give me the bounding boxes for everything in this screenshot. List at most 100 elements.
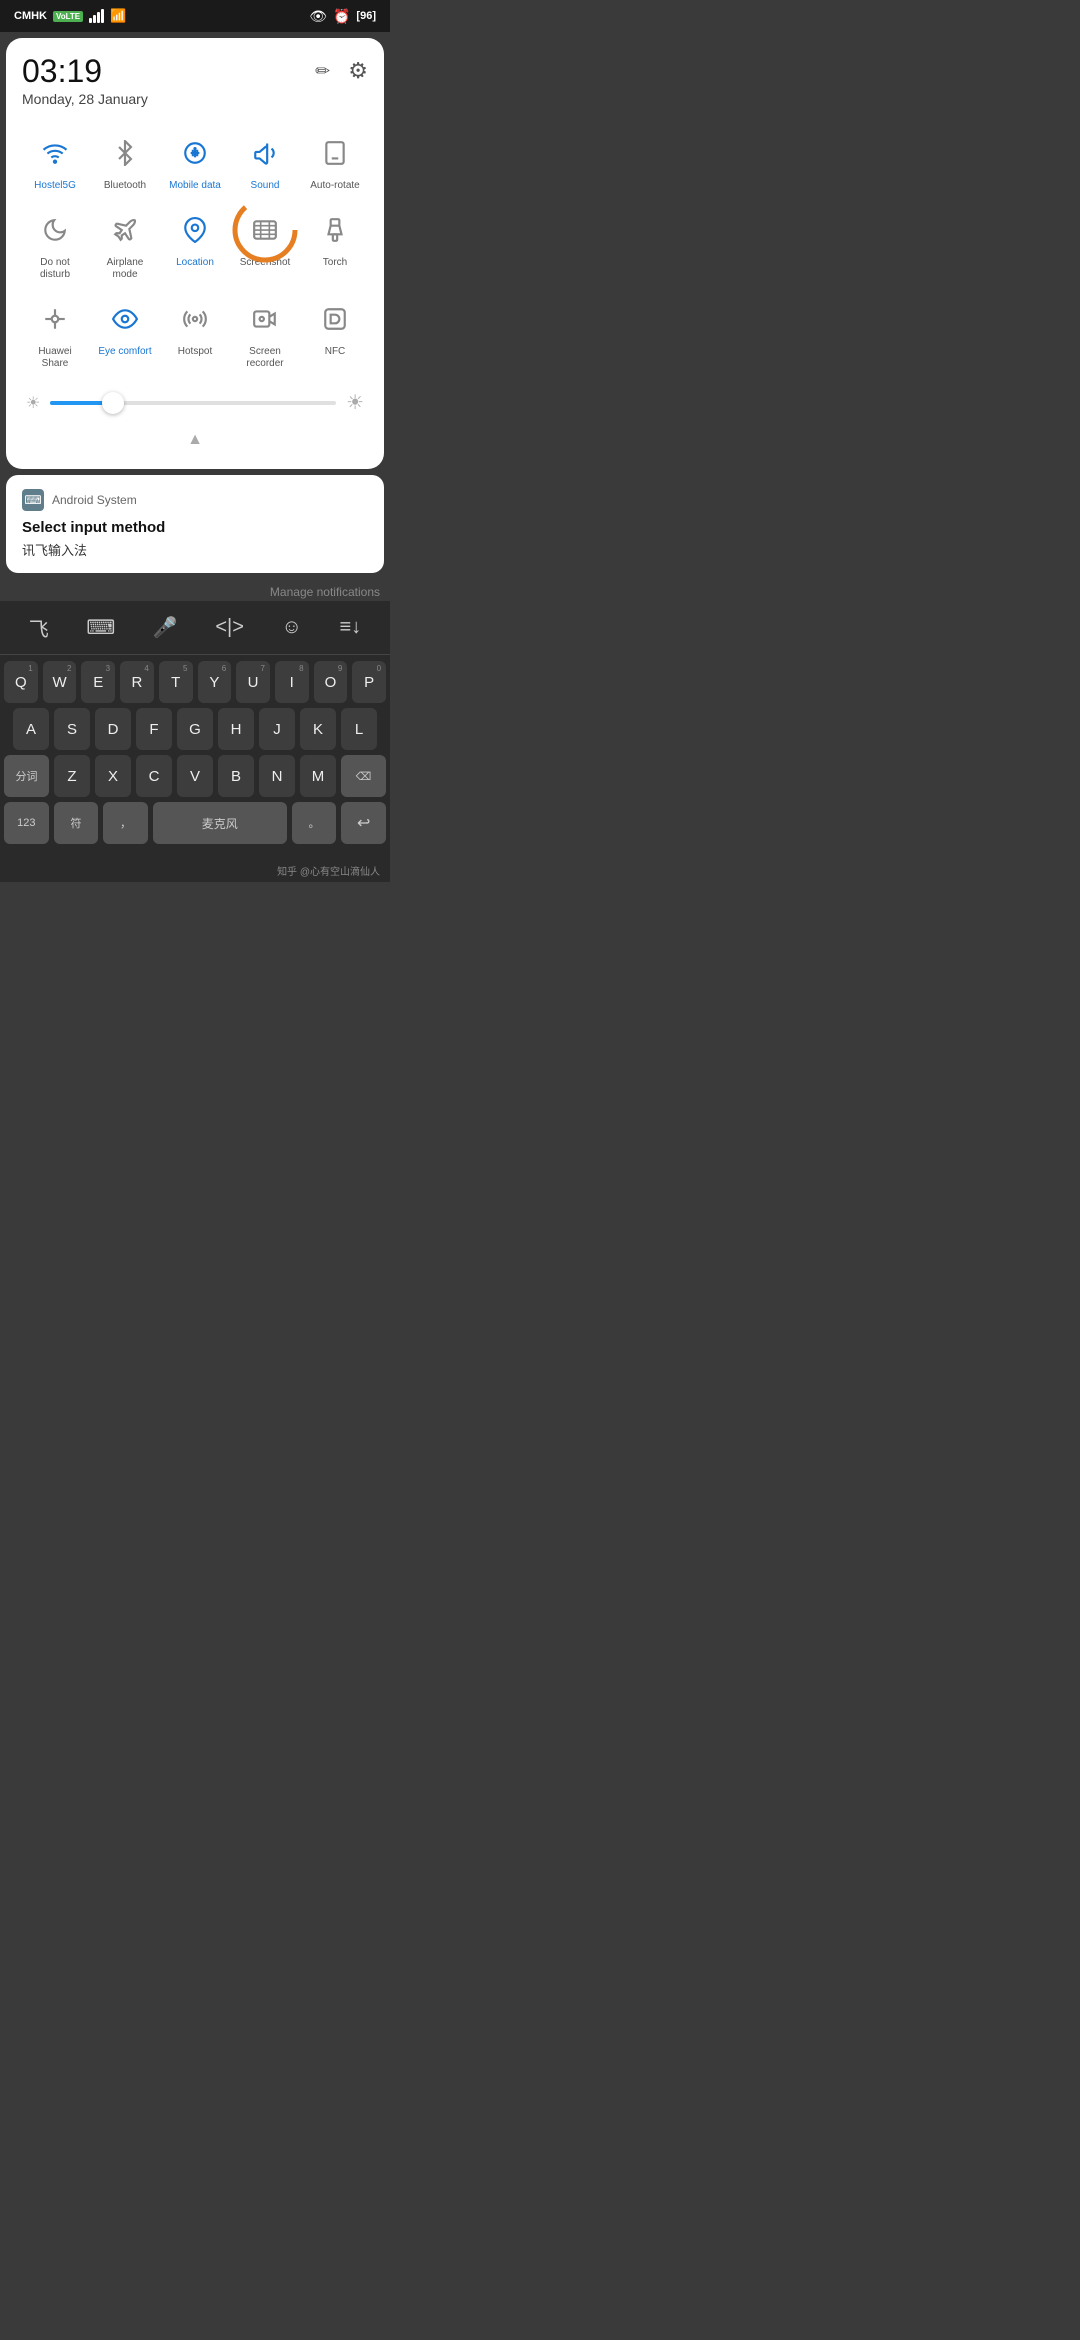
key-l[interactable]: L xyxy=(341,708,377,750)
time-display: 03:19 xyxy=(22,54,148,89)
key-e[interactable]: 3E xyxy=(81,661,115,703)
key-f[interactable]: F xyxy=(136,708,172,750)
key-o[interactable]: 9O xyxy=(314,661,348,703)
screenshot-icon xyxy=(243,208,287,252)
keyboard-toolbar: 飞 ⌨ 🎤 <|> ☺ ≡↓ xyxy=(0,601,390,655)
status-left: CMHK VoLTE 📶 xyxy=(14,8,126,24)
eye-comfort-label: Eye comfort xyxy=(98,346,151,358)
key-b[interactable]: B xyxy=(218,755,254,797)
hotspot-label: Hotspot xyxy=(178,346,212,358)
toggle-location[interactable]: Location xyxy=(162,204,228,285)
toggle-do-not-disturb[interactable]: Do not disturb xyxy=(22,204,88,285)
key-123[interactable]: 123 xyxy=(4,802,49,844)
nfc-icon xyxy=(313,297,357,341)
toggle-screenshot[interactable]: Screenshot xyxy=(232,204,298,285)
notification-subtitle: 讯飞输入法 xyxy=(22,540,368,559)
key-symbols[interactable]: 符 xyxy=(54,802,99,844)
footer-attribution: 知乎 @心有空山滴仙人 xyxy=(0,859,390,882)
key-c[interactable]: C xyxy=(136,755,172,797)
key-z[interactable]: Z xyxy=(54,755,90,797)
key-m[interactable]: M xyxy=(300,755,336,797)
settings-button[interactable]: ⚙ xyxy=(348,58,368,84)
kb-tool-emoji[interactable]: ☺ xyxy=(278,612,306,643)
brightness-control[interactable]: ☀ ☀ xyxy=(22,390,368,415)
torch-label: Torch xyxy=(323,257,347,269)
volte-badge: VoLTE xyxy=(53,11,83,22)
kb-tool-keyboard[interactable]: ⌨ xyxy=(82,611,119,644)
key-w[interactable]: 2W xyxy=(43,661,77,703)
eye-comfort-icon xyxy=(103,297,147,341)
brightness-min-icon: ☀ xyxy=(26,393,40,413)
kb-tool-cursor[interactable]: <|> xyxy=(211,612,248,643)
huawei-share-label: Huawei Share xyxy=(24,346,86,370)
toggle-bluetooth[interactable]: Bluetooth xyxy=(92,127,158,196)
toggle-wifi[interactable]: Hostel5G xyxy=(22,127,88,196)
wifi-label: Hostel5G xyxy=(34,180,76,192)
keyboard: 1Q 2W 3E 4R 5T 6Y 7U 8I 9O 0P A S D F G … xyxy=(0,655,390,859)
huawei-share-icon xyxy=(33,297,77,341)
toggle-sound[interactable]: Sound xyxy=(232,127,298,196)
key-fenci[interactable]: 分词 xyxy=(4,755,49,797)
kb-tool-mic[interactable]: 🎤 xyxy=(149,611,182,644)
screen-recorder-label: Screen recorder xyxy=(234,346,296,370)
keyboard-row-3: 分词 Z X C V B N M ⌫ xyxy=(4,755,386,797)
toggle-nfc[interactable]: NFC xyxy=(302,293,368,374)
brightness-track[interactable] xyxy=(50,401,336,405)
sound-label: Sound xyxy=(251,180,280,192)
key-enter[interactable]: ↩ xyxy=(341,802,386,844)
kb-tool-dismiss[interactable]: ≡↓ xyxy=(336,612,366,643)
collapse-arrow[interactable]: ▲ xyxy=(22,427,368,453)
brightness-thumb[interactable] xyxy=(102,392,124,414)
key-u[interactable]: 7U xyxy=(236,661,270,703)
toggle-auto-rotate[interactable]: Auto-rotate xyxy=(302,127,368,196)
key-y[interactable]: 6Y xyxy=(198,661,232,703)
edit-button[interactable]: ✏ xyxy=(315,61,330,82)
key-s[interactable]: S xyxy=(54,708,90,750)
key-a[interactable]: A xyxy=(13,708,49,750)
qs-header: 03:19 Monday, 28 January ✏ ⚙ xyxy=(22,54,368,107)
notification-app-icon: ⌨ xyxy=(22,489,44,511)
key-period[interactable]: 。 xyxy=(292,802,337,844)
keyboard-row-4: 123 符 ， 麦克风 。 ↩ xyxy=(4,802,386,844)
do-not-disturb-icon xyxy=(33,208,77,252)
notification-header: ⌨ Android System xyxy=(22,489,368,511)
key-p[interactable]: 0P xyxy=(352,661,386,703)
toggle-mobile-data[interactable]: Mobile data xyxy=(162,127,228,196)
kb-tool-ime[interactable]: 飞 xyxy=(25,609,53,646)
key-i[interactable]: 8I xyxy=(275,661,309,703)
sound-icon xyxy=(243,131,287,175)
key-r[interactable]: 4R xyxy=(120,661,154,703)
eye-icon: 👁 xyxy=(309,8,327,25)
alarm-icon: ⏰ xyxy=(333,8,350,25)
toggle-huawei-share[interactable]: Huawei Share xyxy=(22,293,88,374)
quick-settings-panel: 03:19 Monday, 28 January ✏ ⚙ Hostel5G xyxy=(6,38,384,469)
key-x[interactable]: X xyxy=(95,755,131,797)
toggle-hotspot[interactable]: Hotspot xyxy=(162,293,228,374)
toggle-grid: Hostel5G Bluetooth xyxy=(22,127,368,374)
keyboard-row-2: A S D F G H J K L xyxy=(4,708,386,750)
notification-app-name: Android System xyxy=(52,493,137,507)
key-space[interactable]: 麦克风 xyxy=(153,802,287,844)
key-comma[interactable]: ， xyxy=(103,802,148,844)
location-label: Location xyxy=(176,257,214,269)
key-v[interactable]: V xyxy=(177,755,213,797)
toggle-screen-recorder[interactable]: Screen recorder xyxy=(232,293,298,374)
wifi-icon xyxy=(33,131,77,175)
location-icon xyxy=(173,208,217,252)
screenshot-label: Screenshot xyxy=(240,257,291,269)
key-d[interactable]: D xyxy=(95,708,131,750)
toggle-torch[interactable]: Torch xyxy=(302,204,368,285)
toggle-eye-comfort[interactable]: Eye comfort xyxy=(92,293,158,374)
auto-rotate-icon xyxy=(313,131,357,175)
key-n[interactable]: N xyxy=(259,755,295,797)
key-t[interactable]: 5T xyxy=(159,661,193,703)
key-g[interactable]: G xyxy=(177,708,213,750)
key-j[interactable]: J xyxy=(259,708,295,750)
manage-notifications[interactable]: Manage notifications xyxy=(0,579,390,601)
key-h[interactable]: H xyxy=(218,708,254,750)
key-q[interactable]: 1Q xyxy=(4,661,38,703)
key-k[interactable]: K xyxy=(300,708,336,750)
carrier-label: CMHK xyxy=(14,10,47,22)
key-backspace[interactable]: ⌫ xyxy=(341,755,386,797)
toggle-airplane[interactable]: Airplane mode xyxy=(92,204,158,285)
